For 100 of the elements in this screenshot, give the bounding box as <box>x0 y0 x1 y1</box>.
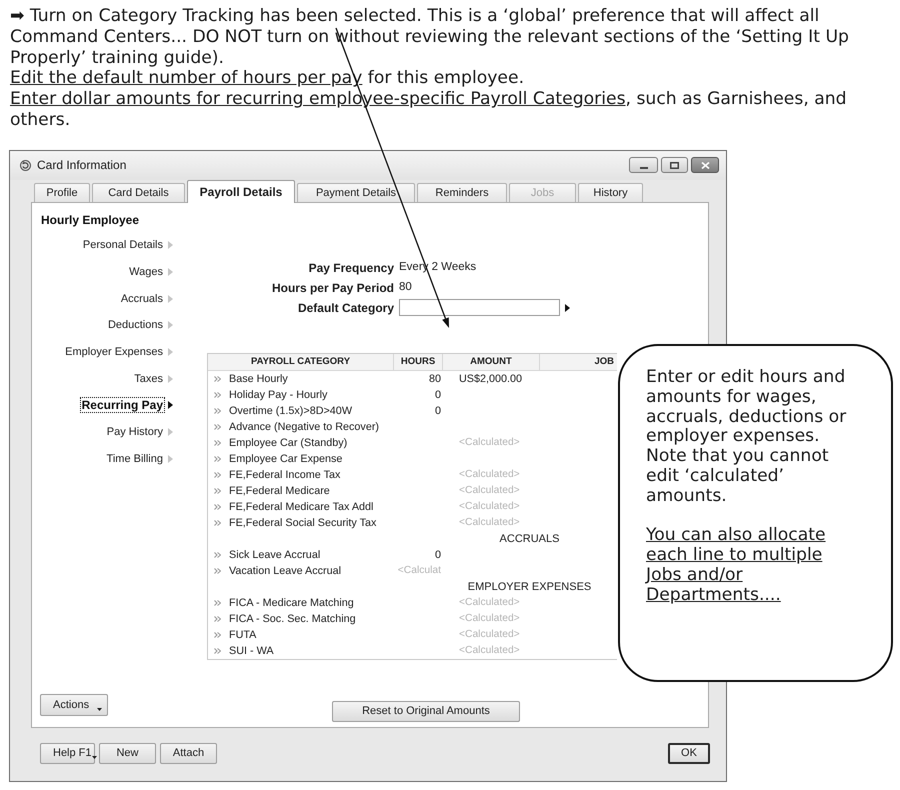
sidebar-item[interactable]: Personal Details <box>80 237 173 254</box>
double-chevron-icon <box>214 472 221 478</box>
section-heading: ACCRUALS <box>498 532 560 547</box>
table-cell-text: <Calculated> <box>458 516 521 530</box>
table-cell-text: US$2,000.00 <box>458 372 524 387</box>
table-cell-text: 80 <box>428 372 442 387</box>
table-cell-text: <Calculated> <box>458 500 521 514</box>
table-cell-text: <Calculated> <box>458 612 521 626</box>
table-cell-text: Employee Car (Standby) <box>229 436 348 451</box>
maximize-button[interactable] <box>661 157 688 174</box>
double-chevron-icon <box>214 648 221 654</box>
footer-button[interactable]: Attach <box>160 742 217 764</box>
table-cell-text: Employee Car Expense <box>229 452 342 467</box>
sidebar-item[interactable]: Taxes <box>132 370 173 387</box>
table-cell-text: <Calculat <box>396 564 442 578</box>
triangle-right-icon <box>168 321 173 330</box>
table-cell-text: FE,Federal Medicare <box>229 484 330 499</box>
caret-down-icon <box>97 708 102 711</box>
close-icon <box>700 162 710 169</box>
double-chevron-icon <box>214 520 221 526</box>
tab[interactable]: Reminders <box>417 182 507 202</box>
triangle-right-icon <box>565 304 570 312</box>
triangle-right-icon <box>168 428 173 436</box>
maximize-icon <box>670 162 679 169</box>
double-chevron-icon <box>214 568 221 574</box>
reset-button[interactable]: Reset to Original Amounts <box>332 700 520 722</box>
callout-text: Enter or edit hours and amounts for wages, accruals, deductions or employer expenses. Note that you cannot edit ‘calculated’ amounts. <box>646 368 848 507</box>
sidebar-item[interactable]: Pay History <box>104 424 173 440</box>
sidebar-item[interactable]: Employer Expenses <box>63 344 173 360</box>
table-cell-text: Sick Leave Accrual <box>229 548 320 563</box>
tab[interactable]: Profile <box>34 182 90 202</box>
window-title: Card Information <box>37 157 126 174</box>
column-header[interactable]: AMOUNT <box>443 354 540 370</box>
double-chevron-icon <box>214 392 221 398</box>
double-chevron-icon <box>214 600 221 606</box>
footer-button[interactable]: Help F1 <box>40 742 95 764</box>
footer-button[interactable]: New <box>99 742 156 764</box>
field-label: Default Category <box>298 300 394 317</box>
circular-arrow-icon <box>20 160 31 171</box>
table-cell-text: SUI - WA <box>229 644 274 659</box>
table-cell-text: <Calculated> <box>458 644 521 658</box>
triangle-right-icon <box>168 268 173 276</box>
close-button[interactable] <box>691 157 719 174</box>
table-cell-text: 0 <box>434 404 442 419</box>
caret-down-icon <box>92 756 97 759</box>
column-header[interactable]: PAYROLL CATEGORY <box>208 354 394 370</box>
table-cell-text: Holiday Pay - Hourly <box>229 388 328 403</box>
field-label: Hours per Pay Period <box>272 280 394 297</box>
double-chevron-icon <box>214 424 221 430</box>
column-header[interactable]: JOB <box>540 354 616 370</box>
triangle-right-icon <box>168 454 173 463</box>
ok-button[interactable]: OK <box>668 742 710 764</box>
table-cell-text: 0 <box>434 388 442 403</box>
double-chevron-icon <box>214 456 221 462</box>
triangle-right-icon <box>168 401 173 410</box>
section-heading: EMPLOYER EXPENSES <box>466 580 592 595</box>
table-cell-text: Vacation Leave Accrual <box>229 564 342 579</box>
tab[interactable]: History <box>578 182 643 202</box>
table-cell-text: <Calculated> <box>458 596 521 610</box>
minimize-icon <box>640 166 648 169</box>
minimize-button[interactable] <box>629 157 658 174</box>
table-cell-text: FE,Federal Medicare Tax Addl <box>229 500 374 515</box>
table-cell-text: FICA - Medicare Matching <box>229 596 354 611</box>
double-chevron-icon <box>214 488 221 494</box>
double-chevron-icon <box>214 552 221 558</box>
triangle-right-icon <box>168 348 173 356</box>
table-cell-text: FE,Federal Social Security Tax <box>229 516 376 531</box>
double-chevron-icon <box>214 440 221 446</box>
table-cell-text: <Calculated> <box>458 468 521 482</box>
column-header[interactable]: HOURS <box>394 354 443 370</box>
table-cell-text: Advance (Negative to Recover) <box>229 420 380 435</box>
triangle-right-icon <box>168 294 173 302</box>
double-chevron-icon <box>214 408 221 414</box>
field-value: 80 <box>399 280 412 296</box>
triangle-right-icon <box>168 374 173 383</box>
sidebar-item[interactable]: Time Billing <box>104 450 173 467</box>
table-cell-text: <Calculated> <box>458 436 521 450</box>
table-cell-text: Base Hourly <box>229 372 288 387</box>
callout-text: You can also allocate each line to multiple Jobs and/or Departments.... <box>646 526 827 606</box>
tab[interactable]: Payment Details <box>297 182 415 202</box>
table-cell-text: FICA - Soc. Sec. Matching <box>229 612 356 627</box>
record-type-heading: Hourly Employee <box>41 212 140 228</box>
sidebar-item[interactable]: Wages <box>127 264 173 280</box>
table-cell-text: <Calculated> <box>458 628 521 642</box>
table-cell-text: <Calculated> <box>458 484 521 498</box>
input-field[interactable] <box>399 299 560 316</box>
triangle-right-icon <box>168 241 173 250</box>
table-cell-text: FE,Federal Income Tax <box>229 468 340 483</box>
tab[interactable]: Payroll Details <box>187 180 295 203</box>
double-chevron-icon <box>214 616 221 622</box>
double-chevron-icon <box>214 632 221 638</box>
double-chevron-icon <box>214 504 221 510</box>
table-cell-text: FUTA <box>229 628 256 643</box>
tab[interactable]: Card Details <box>92 182 185 202</box>
sidebar-item[interactable]: Accruals <box>118 290 173 306</box>
double-chevron-icon <box>214 376 221 382</box>
actions-button[interactable]: Actions <box>40 694 108 716</box>
table-cell-text: Overtime (1.5x)>8D>40W <box>229 404 352 419</box>
sidebar-item[interactable]: Deductions <box>106 317 173 334</box>
table-cell-text: 0 <box>434 548 442 563</box>
